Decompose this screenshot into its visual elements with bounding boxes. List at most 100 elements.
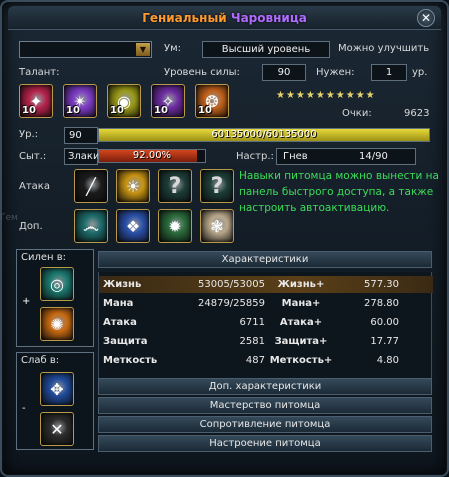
talent-level: 10 (22, 105, 36, 116)
mood-value: 14/90 (359, 151, 388, 162)
weak-sign: - (22, 403, 26, 414)
purple-energy-icon[interactable]: ✧ 10 (151, 84, 185, 118)
stat-name: Жизнь (103, 279, 142, 290)
teal-vortex-icon[interactable]: ◎ (40, 267, 74, 301)
points-value: 9623 (404, 108, 430, 119)
teal-swirl-icon[interactable]: ෴ (74, 209, 108, 243)
stat-name: Мана (103, 298, 134, 309)
stat-value: 24879/25859 (198, 298, 265, 309)
talent-level: 10 (66, 105, 80, 116)
stat-bonus-name: Мана+ (281, 298, 321, 309)
power-level-label: Уровень силы: (164, 67, 240, 78)
mood-field: Гнев 14/90 (276, 148, 416, 165)
talent-level: 10 (154, 105, 168, 116)
pet-title-name: Гениальный (142, 11, 227, 25)
attack-label: Атака (19, 181, 50, 192)
blue-wing-icon[interactable]: ❖ (116, 209, 150, 243)
stat-bonus-value: 278.80 (364, 298, 399, 309)
pet-mastery-section[interactable]: Мастерство питомца (98, 397, 432, 414)
strong-label: Силен в: (21, 252, 67, 263)
orange-flame-icon[interactable]: ❂ 10 (195, 84, 229, 118)
stat-row: Жизнь 53005/53005 Жизнь+ 577.30 (99, 276, 433, 293)
stat-bonus-name: Жизнь+ (277, 279, 325, 290)
blue-wing-icon-glyph: ❖ (125, 217, 141, 236)
mood-name: Гнев (283, 151, 308, 162)
stat-value: 487 (245, 355, 265, 366)
fire-burst-icon[interactable]: ✺ (40, 307, 74, 341)
experience-text: 60135000/60135000 (211, 129, 317, 140)
red-fire-claw-icon[interactable]: ✦ 10 (19, 84, 53, 118)
stat-bonus-value: 577.30 (364, 279, 399, 290)
question-mark-icon[interactable]: ? (200, 169, 234, 203)
improve-label: Можно улучшить (338, 43, 430, 54)
stats-table: Жизнь 53005/53005 Жизнь+ 577.30 Мана 24879/25… (98, 272, 433, 378)
pet-mood-section[interactable]: Настроение питомца (98, 435, 432, 452)
need-label: Нужен: (316, 67, 355, 78)
stat-bonus-name: Защита+ (274, 336, 328, 347)
hint-text: Навыки питомца можно вынести на панель б… (239, 170, 439, 214)
extra-label: Доп. (19, 221, 43, 232)
stat-bonus-value: 4.80 (376, 355, 399, 366)
points-label: Очки: (342, 108, 372, 119)
talent-level: 10 (198, 105, 212, 116)
stat-row: Защита 2581 Защита+ 17.77 (99, 333, 433, 350)
stat-value: 2581 (239, 336, 265, 347)
experience-bar: 60135000/60135000 (98, 128, 430, 142)
violet-star-burst-icon[interactable]: ✴ 10 (63, 84, 97, 118)
golden-sun-icon-glyph: ☀ (125, 177, 141, 196)
level-label: Ур.: (19, 129, 38, 140)
need-unit: ур. (412, 67, 428, 78)
stat-row: Мана 24879/25859 Мана+ 278.80 (99, 295, 433, 312)
talent-level: 10 (110, 105, 124, 116)
stat-value: 6711 (239, 317, 265, 328)
ghost-text: Гем (0, 213, 18, 223)
title-bar[interactable]: Гениальный Чаровница ✕ (8, 6, 441, 30)
stats-header[interactable]: Характеристики (98, 251, 432, 268)
yellow-spiral-icon[interactable]: ◉ 10 (107, 84, 141, 118)
mood-label: Настр.: (236, 151, 274, 162)
question-mark-icon-glyph: ? (168, 174, 182, 199)
green-beast-icon[interactable]: ✹ (158, 209, 192, 243)
stat-name: Меткость (103, 355, 158, 366)
stat-bonus-name: Атака+ (279, 317, 323, 328)
weak-label: Слаб в: (21, 355, 60, 366)
blue-rune-icon-glyph: ✥ (50, 380, 64, 399)
question-mark-icon-glyph: ? (210, 174, 224, 199)
golden-sun-icon[interactable]: ☀ (116, 169, 150, 203)
crossed-swords-icon[interactable]: ✕ (40, 412, 74, 446)
extra-stats-section[interactable]: Доп. характеристики (98, 378, 432, 395)
pet-title-class: Чаровница (230, 11, 307, 25)
stat-bonus-value: 17.77 (370, 336, 399, 347)
stat-name: Атака (103, 317, 137, 328)
teal-swirl-icon-glyph: ෴ (83, 217, 99, 236)
teal-vortex-icon-glyph: ◎ (50, 275, 64, 294)
satiety-label: Сыт.: (19, 151, 47, 162)
stat-row: Меткость 487 Меткость+ 4.80 (99, 352, 433, 369)
stat-name: Защита (103, 336, 148, 347)
satiety-text: 92.00% (132, 150, 172, 161)
white-feather-icon[interactable]: ❃ (200, 209, 234, 243)
need-value: 1 (371, 64, 407, 81)
power-level-value: 90 (262, 64, 306, 81)
pet-select-dropdown[interactable]: ▼ (19, 41, 152, 58)
blue-rune-icon[interactable]: ✥ (40, 372, 74, 406)
close-icon: ✕ (420, 11, 432, 25)
close-button[interactable]: ✕ (417, 9, 435, 27)
question-mark-icon[interactable]: ? (158, 169, 192, 203)
white-sword-slash-icon-glyph: ╱ (86, 177, 96, 196)
food-type: Злаки (64, 148, 99, 165)
stat-row: Атака 6711 Атака+ 60.00 (99, 314, 433, 331)
level-value: 90 (64, 127, 98, 144)
stat-bonus-name: Меткость+ (269, 355, 333, 366)
mind-value: Высший уровень (202, 41, 330, 58)
crossed-swords-icon-glyph: ✕ (50, 420, 64, 439)
white-feather-icon-glyph: ❃ (210, 217, 224, 236)
satiety-bar: 92.00% (98, 149, 206, 163)
rating-stars: ★★★★★★★★★★ (276, 90, 376, 101)
mind-label: Ум: (164, 43, 182, 54)
white-sword-slash-icon[interactable]: ╱ (74, 169, 108, 203)
pet-resistance-section[interactable]: Сопротивление питомца (98, 416, 432, 433)
stat-value: 53005/53005 (198, 279, 265, 290)
chevron-down-icon[interactable]: ▼ (136, 43, 150, 56)
green-beast-icon-glyph: ✹ (168, 217, 182, 236)
